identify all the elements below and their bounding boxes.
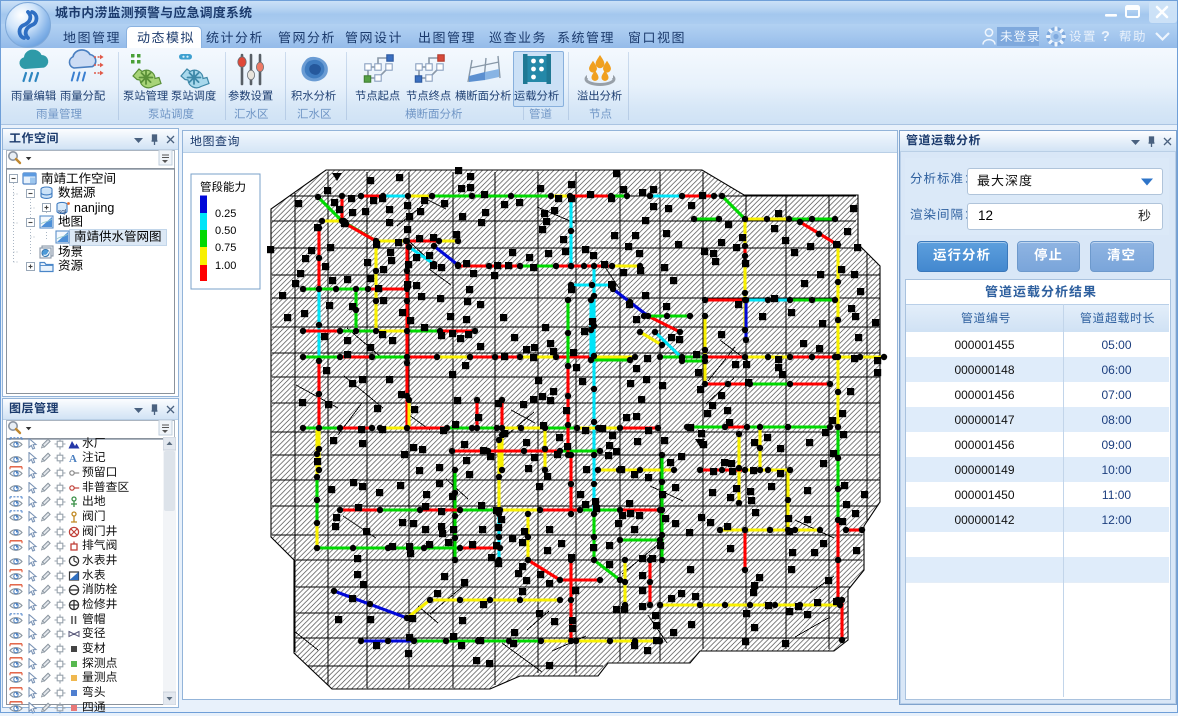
svg-text:0.25: 0.25 [215,208,236,220]
svg-text:1.00: 1.00 [215,260,236,272]
svg-text:0.50: 0.50 [215,225,236,237]
svg-text:A: A [69,453,77,464]
svg-text:sql: sql [58,208,67,215]
svg-text:0.75: 0.75 [215,242,236,254]
